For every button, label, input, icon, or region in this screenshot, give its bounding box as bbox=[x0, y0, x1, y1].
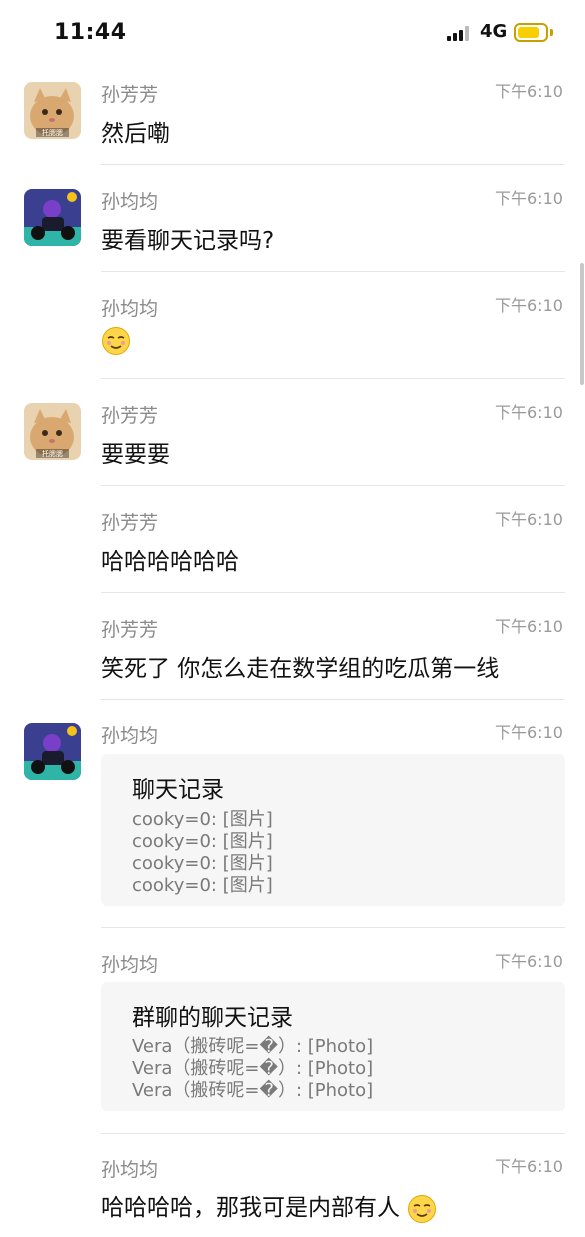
avatar[interactable]: 托腮腮 bbox=[24, 403, 81, 460]
sender-name: 孙均均 bbox=[101, 954, 159, 976]
divider bbox=[101, 378, 565, 379]
sender-name: 孙均均 bbox=[101, 298, 159, 320]
card-line: Vera（搬砖呢=�）: [Photo] bbox=[132, 1080, 374, 1101]
chat-message[interactable]: 孙芳芳 下午6:10 哈哈哈哈哈哈 bbox=[0, 494, 585, 594]
cat-avatar-icon: 托腮腮 bbox=[24, 82, 81, 139]
message-text[interactable]: 要看聊天记录吗? bbox=[101, 221, 274, 255]
status-time: 11:44 bbox=[54, 20, 127, 45]
card-title: 群聊的聊天记录 bbox=[132, 1005, 293, 1031]
sender-name: 孙均均 bbox=[101, 1159, 159, 1181]
message-time: 下午6:10 bbox=[495, 952, 563, 971]
message-text[interactable]: 哈哈哈哈，那我可是内部有人 bbox=[101, 1188, 437, 1224]
divider bbox=[101, 699, 565, 700]
chat-message[interactable]: 孙均均 下午6:10 聊天记录 cooky=0: [图片] cooky=0: [… bbox=[0, 707, 585, 929]
status-bar: 11:44 4G bbox=[0, 0, 585, 66]
avatar[interactable] bbox=[24, 723, 81, 780]
message-text[interactable]: 笑死了 你怎么走在数学组的吃瓜第一线 bbox=[101, 649, 499, 683]
sender-name: 孙芳芳 bbox=[101, 405, 159, 427]
divider bbox=[101, 592, 565, 593]
divider bbox=[101, 1133, 565, 1134]
rider-avatar-icon bbox=[24, 723, 81, 780]
message-text[interactable]: 哈哈哈哈哈哈 bbox=[101, 542, 239, 576]
smirk-emoji-icon bbox=[408, 1194, 437, 1223]
chat-message[interactable]: 托腮腮 孙芳芳 下午6:10 要要要 bbox=[0, 387, 585, 487]
signal-icon bbox=[447, 25, 473, 41]
svg-text:托腮腮: 托腮腮 bbox=[42, 128, 63, 137]
chat-history-card[interactable]: 聊天记录 cooky=0: [图片] cooky=0: [图片] cooky=0… bbox=[101, 754, 565, 906]
sender-name: 孙芳芳 bbox=[101, 512, 159, 534]
battery-cap bbox=[550, 29, 553, 36]
avatar[interactable] bbox=[24, 189, 81, 246]
sender-name: 孙均均 bbox=[101, 725, 159, 747]
chat-message[interactable]: 孙均均 下午6:10 bbox=[0, 280, 585, 380]
message-time: 下午6:10 bbox=[495, 1157, 563, 1176]
chat-message[interactable]: 托腮腮 孙芳芳 下午6:10 然后嘞 bbox=[0, 66, 585, 166]
divider bbox=[101, 271, 565, 272]
chat-message[interactable]: 孙均均 下午6:10 要看聊天记录吗? bbox=[0, 173, 585, 273]
cat-avatar-icon: 托腮腮 bbox=[24, 403, 81, 460]
network-type: 4G bbox=[480, 21, 508, 42]
svg-text:托腮腮: 托腮腮 bbox=[42, 449, 63, 458]
message-time: 下午6:10 bbox=[495, 296, 563, 315]
message-time: 下午6:10 bbox=[495, 403, 563, 422]
battery-icon bbox=[514, 23, 548, 42]
message-time: 下午6:10 bbox=[495, 82, 563, 101]
message-time: 下午6:10 bbox=[495, 723, 563, 742]
chat-message[interactable]: 孙芳芳 下午6:10 笑死了 你怎么走在数学组的吃瓜第一线 bbox=[0, 601, 585, 701]
message-time: 下午6:10 bbox=[495, 189, 563, 208]
rider-avatar-icon bbox=[24, 189, 81, 246]
message-time: 下午6:10 bbox=[495, 510, 563, 529]
sender-name: 孙芳芳 bbox=[101, 619, 159, 641]
message-text[interactable]: 要要要 bbox=[101, 435, 170, 469]
card-title: 聊天记录 bbox=[132, 777, 224, 803]
chat-message[interactable]: 孙均均 下午6:10 哈哈哈哈，那我可是内部有人 bbox=[0, 1141, 585, 1237]
message-time: 下午6:10 bbox=[495, 617, 563, 636]
sender-name: 孙均均 bbox=[101, 191, 159, 213]
card-line: cooky=0: [图片] bbox=[132, 875, 273, 896]
divider bbox=[101, 485, 565, 486]
message-text-content: 哈哈哈哈，那我可是内部有人 bbox=[101, 1195, 400, 1221]
group-chat-history-card[interactable]: 群聊的聊天记录 Vera（搬砖呢=�）: [Photo] Vera（搬砖呢=�）… bbox=[101, 982, 565, 1111]
divider bbox=[101, 164, 565, 165]
message-text[interactable]: 然后嘞 bbox=[101, 114, 170, 148]
sender-name: 孙芳芳 bbox=[101, 84, 159, 106]
divider bbox=[101, 927, 565, 928]
chat-message[interactable]: 孙均均 下午6:10 群聊的聊天记录 Vera（搬砖呢=�）: [Photo] … bbox=[0, 936, 585, 1136]
avatar[interactable]: 托腮腮 bbox=[24, 82, 81, 139]
message-emoji[interactable] bbox=[101, 326, 131, 356]
smirk-emoji-icon bbox=[102, 327, 130, 355]
